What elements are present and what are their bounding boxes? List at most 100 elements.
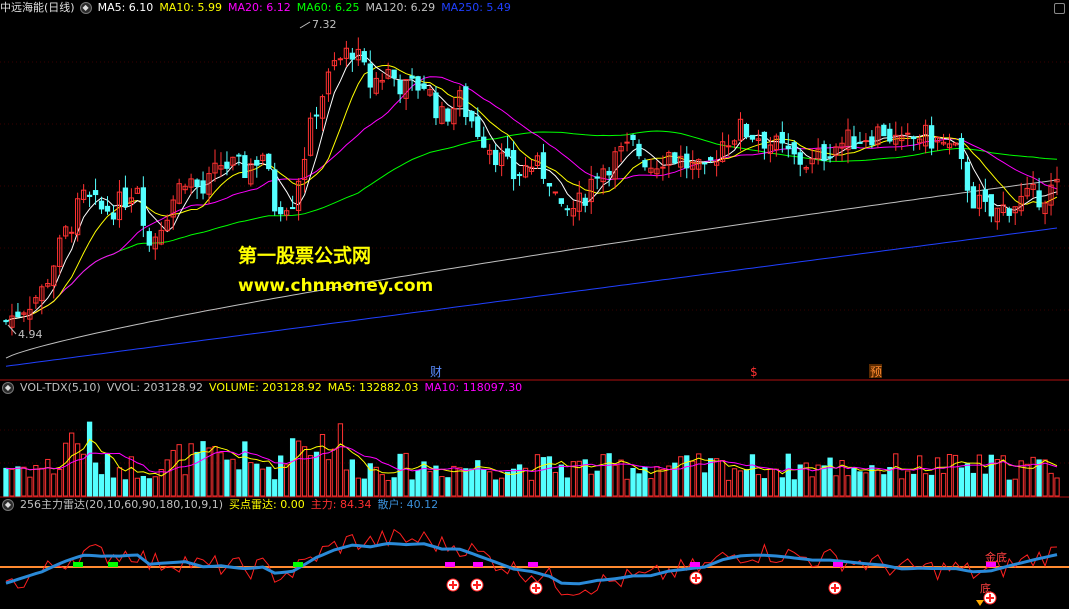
candle-body-132 [791,142,797,155]
candle-body-148 [887,128,893,142]
candle-body-82 [493,149,499,166]
volume-bar-48 [289,438,296,497]
volume-legend-item-2: VOLUME: 203128.92 [209,381,322,394]
candle-body-137 [821,144,827,162]
chart-canvas[interactable]: 7.32 4.94 财 $ 预金底底 [0,0,1069,609]
volume-bar-37 [224,459,230,497]
candle-body-61 [367,63,373,88]
candle-body-14 [86,194,93,197]
candle-body-15 [92,190,99,196]
volume-bar-83 [498,477,505,497]
volume-bar-14 [86,421,93,497]
volume-bar-76 [457,467,463,497]
indicator-header: ◆ 256主力雷达(20,10,60,90,180,10,9,1) 买点雷达: 0… [0,497,450,513]
candle-body-144 [863,140,869,143]
indicator-legend-item-2: 主力: 84.34 [310,498,372,511]
candle-body-92 [552,191,559,194]
volume-bar-108 [648,478,654,497]
candle-body-72 [433,92,439,119]
volume-bar-33 [200,441,206,497]
volume-bar-138 [827,457,833,497]
volume-bar-44 [266,466,272,497]
signal-label-jinlu: 金底 [985,550,1007,564]
stock-title[interactable]: 中远海能(日线) [0,0,75,16]
volume-bar-31 [188,443,194,497]
candle-body-147 [881,124,887,137]
signal-flag-6 [690,562,700,567]
candle-body-104 [624,141,630,144]
candle-body-32 [194,179,200,188]
volume-legend: VOL-TDX(5,10) VVOL: 203128.92 VOLUME: 2031… [20,380,528,396]
settings-icon[interactable]: ◆ [2,382,14,394]
candle-body-11 [69,231,75,234]
candle-body-84 [504,148,511,157]
candle-body-66 [397,80,403,95]
signal-flag-0 [73,562,83,567]
candle-body-86 [516,174,523,177]
volume-bar-51 [307,455,314,497]
candle-body-162 [970,186,977,209]
volume-bar-75 [451,465,457,497]
candle-body-142 [851,136,857,150]
volume-bar-18 [110,477,117,497]
candle-body-165 [988,194,994,217]
candle-body-143 [857,141,863,144]
volume-bar-52 [313,451,320,497]
signal-flag-7 [833,562,843,567]
volume-bar-168 [1006,479,1012,497]
volume-bar-81 [487,471,493,497]
volume-bar-98 [588,473,594,497]
candle-body-24 [146,231,152,246]
ma120-line [5,179,1058,359]
candle-body-68 [409,75,415,79]
volume-bar-158 [946,454,953,497]
volume-bar-19 [116,467,123,497]
volume-bar-92 [552,471,559,497]
volume-bar-125 [749,454,756,497]
volume-bar-96 [576,460,582,497]
volume-bar-102 [612,464,618,497]
candle-body-60 [361,51,367,63]
volume-bar-139 [833,475,839,497]
maximize-icon[interactable] [1054,3,1065,14]
volume-bar-87 [522,467,529,497]
candle-body-65 [391,69,397,79]
volume-bar-64 [385,479,391,497]
candle-body-77 [463,86,469,118]
volume-bar-79 [475,460,481,497]
volume-bar-24 [146,478,152,497]
volume-bar-153 [917,455,923,497]
settings-icon[interactable]: ◆ [79,2,92,14]
volume-bar-123 [737,470,744,497]
candle-body-124 [743,124,750,138]
volume-bar-26 [158,468,164,497]
volume-bar-63 [379,474,385,497]
volume-bar-148 [887,467,893,497]
settings-icon[interactable]: ◆ [2,499,14,511]
candle-body-101 [606,170,612,176]
volume-bar-80 [481,469,487,497]
volume-bar-160 [958,467,965,497]
volume-bar-154 [922,473,929,497]
volume-bar-25 [152,476,158,497]
volume-bar-169 [1012,478,1018,497]
volume-bar-162 [970,472,977,497]
watermark-line2: www.chnmoney.com [238,276,434,296]
indicator-legend: 256主力雷达(20,10,60,90,180,10,9,1) 买点雷达: 0.0… [20,497,444,513]
volume-bar-38 [230,458,236,497]
event-marker-1: $ [750,365,758,379]
volume-bar-166 [994,459,1000,497]
candle-body-44 [266,153,272,170]
volume-bar-156 [934,457,941,497]
volume-bar-6 [39,467,45,497]
volume-bar-117 [702,472,708,497]
volume-bar-77 [463,468,469,497]
volume-bar-28 [170,449,176,497]
volume-bar-30 [182,474,188,497]
volume-bar-7 [45,458,51,497]
volume-legend-item-3: MA5: 132882.03 [327,381,419,394]
volume-bar-68 [409,479,415,497]
volume-bar-72 [433,465,439,497]
candle-body-110 [660,166,666,169]
volume-bar-119 [713,458,720,497]
